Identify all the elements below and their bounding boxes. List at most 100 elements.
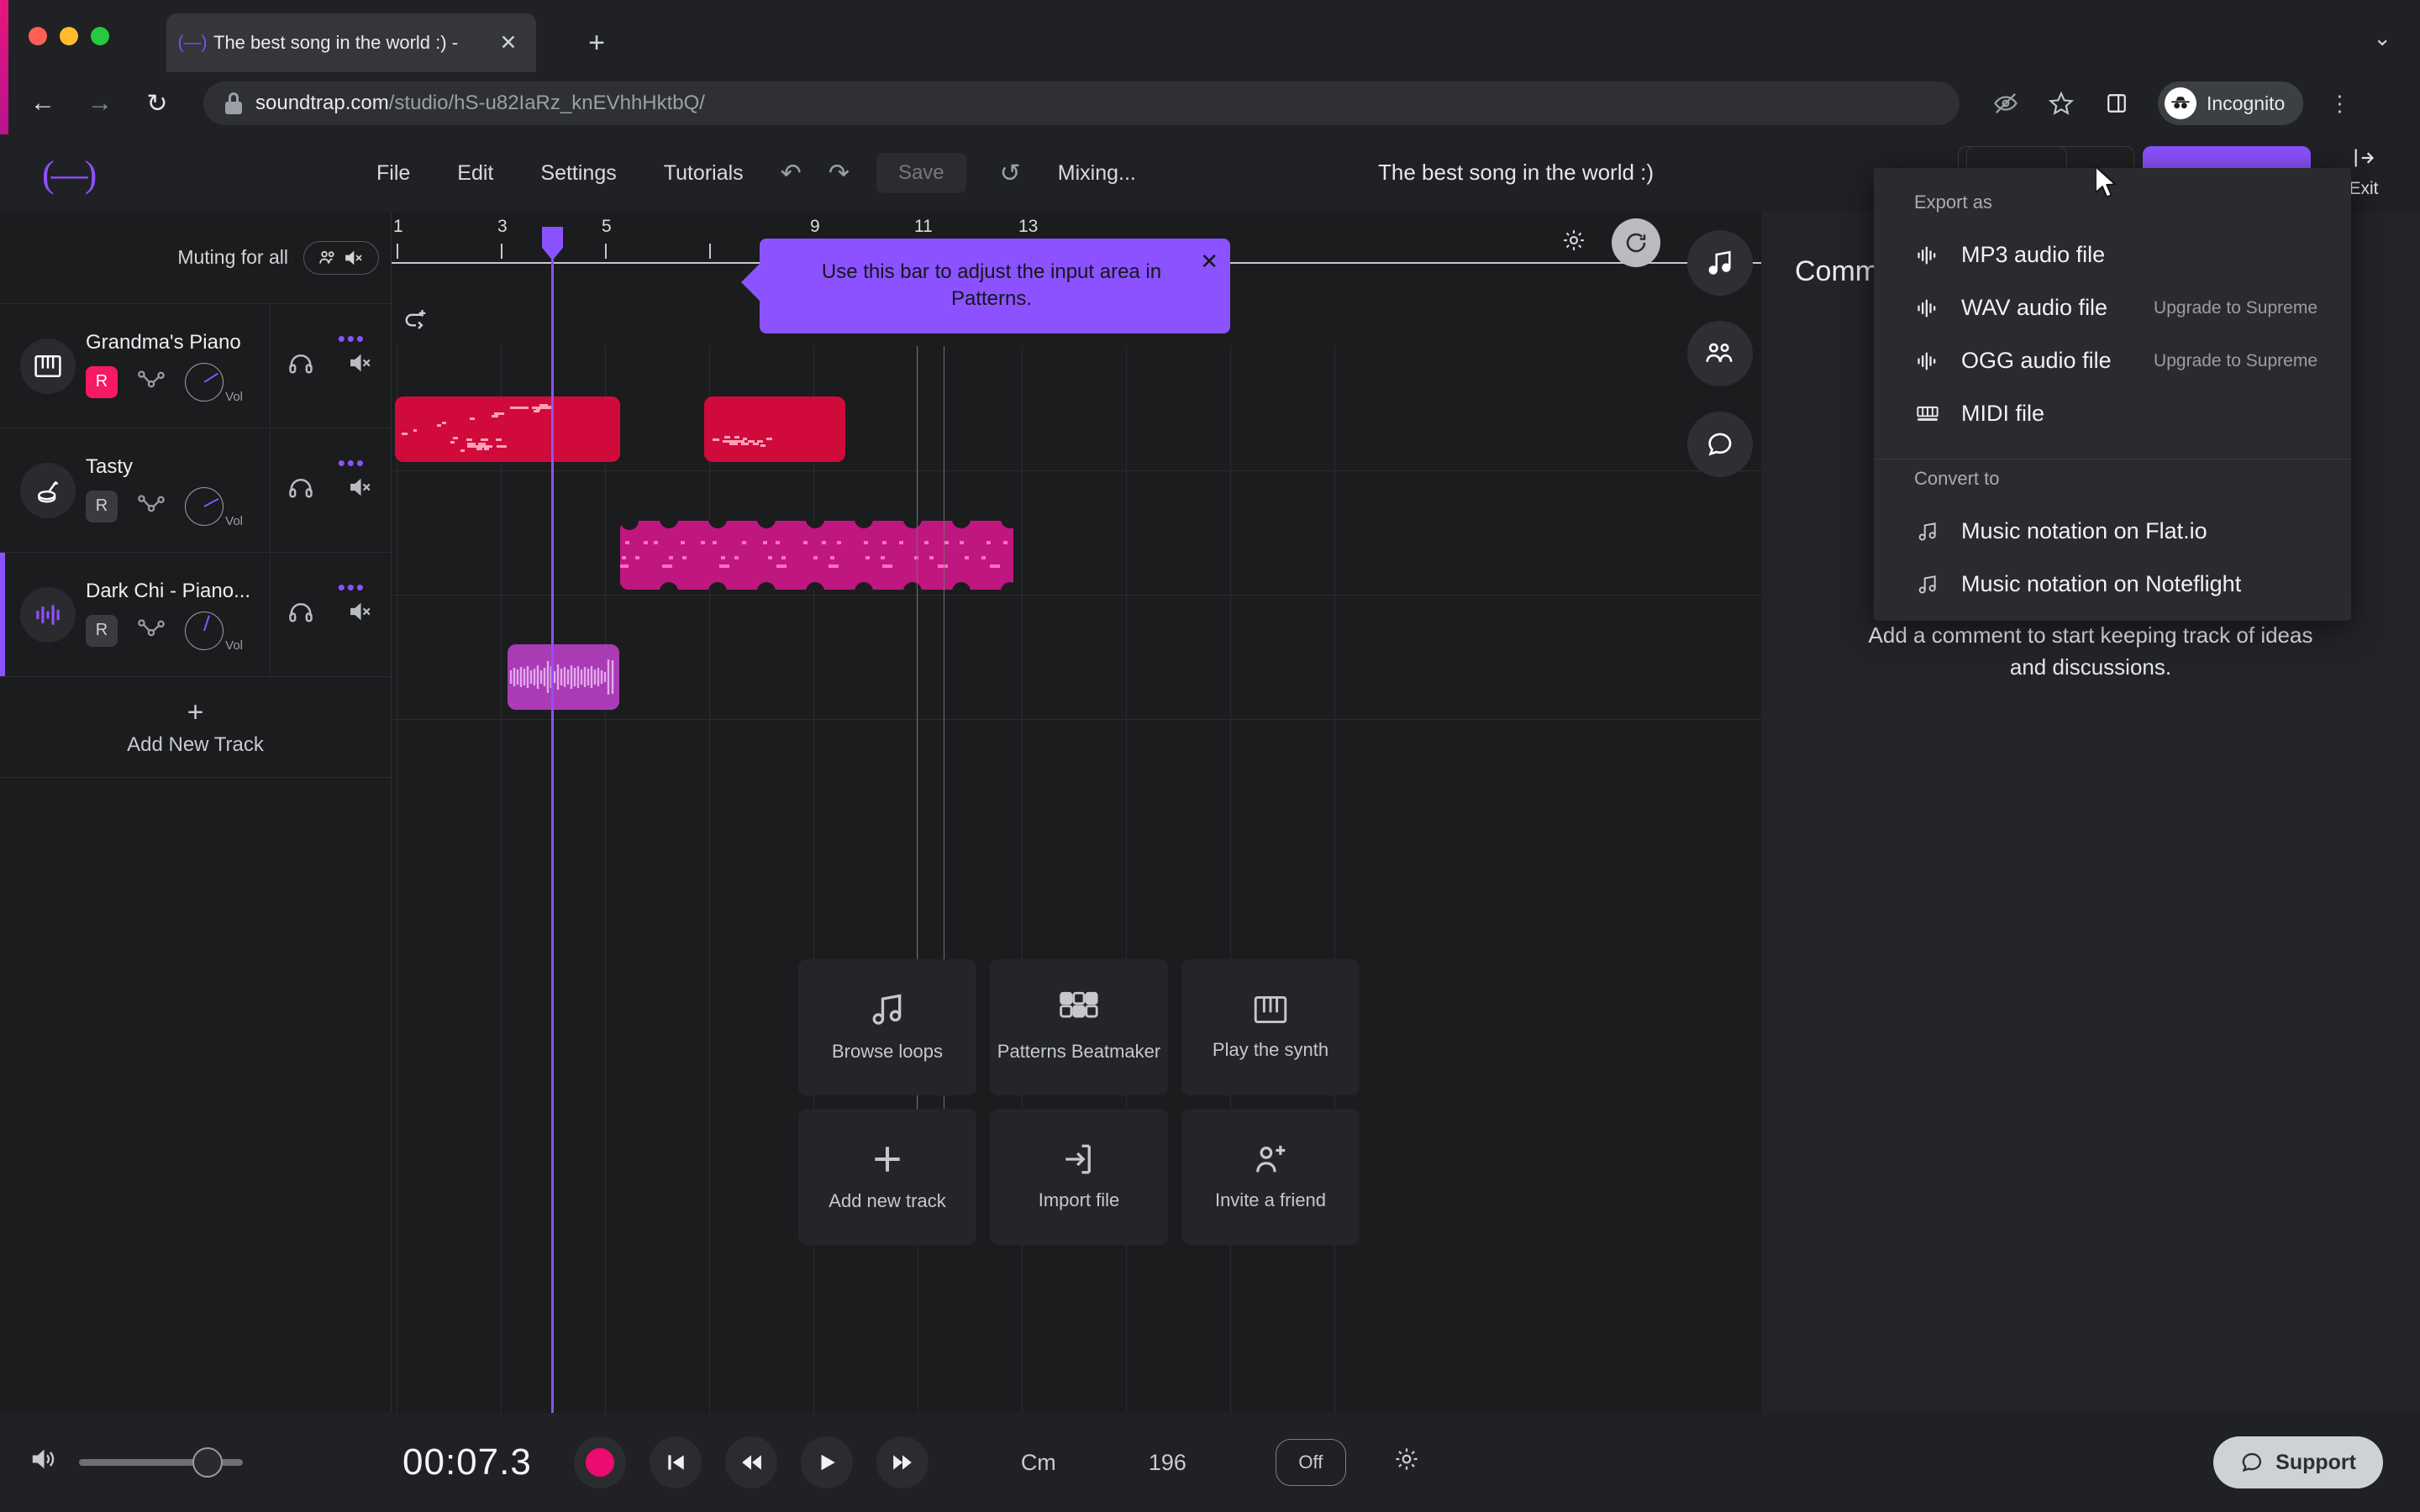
convert-flatio-item[interactable]: Music notation on Flat.io — [1874, 505, 2351, 558]
mute-icon[interactable] — [348, 477, 373, 503]
play-button[interactable] — [800, 1436, 853, 1488]
master-volume-slider[interactable] — [79, 1447, 243, 1478]
audio-file-icon — [1914, 297, 1941, 319]
export-wav-item[interactable]: WAV audio file Upgrade to Supreme — [1874, 281, 2351, 334]
loop-add-icon[interactable] — [403, 307, 429, 339]
automation-icon[interactable] — [136, 367, 166, 396]
loop-toggle-button[interactable] — [1612, 218, 1660, 267]
maximize-window-button[interactable] — [91, 27, 109, 45]
support-button[interactable]: Support — [2213, 1436, 2383, 1488]
export-mp3-item[interactable]: MP3 audio file — [1874, 228, 2351, 281]
close-icon[interactable]: ✕ — [1200, 247, 1218, 276]
mute-icon[interactable] — [348, 601, 373, 627]
profile-incognito-pill[interactable]: Incognito — [2158, 81, 2304, 125]
clip-midi-piano-2[interactable] — [704, 396, 845, 462]
rewind-button[interactable] — [724, 1436, 777, 1488]
close-icon[interactable]: ✕ — [494, 30, 523, 55]
minimize-window-button[interactable] — [60, 27, 78, 45]
comments-icon[interactable] — [1687, 412, 1753, 477]
mute-icon[interactable] — [348, 353, 373, 379]
profile-label: Incognito — [2207, 92, 2286, 114]
record-arm-button[interactable]: R — [86, 365, 118, 398]
record-arm-button[interactable]: R — [86, 614, 118, 647]
volume-knob[interactable]: Vol — [185, 611, 243, 653]
skip-to-start-button[interactable] — [649, 1436, 702, 1488]
mixing-label[interactable]: Mixing... — [1058, 161, 1136, 186]
gear-icon[interactable] — [1561, 228, 1586, 259]
collaborators-icon[interactable] — [1687, 321, 1753, 386]
close-window-button[interactable] — [29, 27, 47, 45]
automation-icon[interactable] — [136, 616, 166, 645]
menu-item-edit[interactable]: Edit — [434, 161, 517, 186]
menu-item-tutorials[interactable]: Tutorials — [640, 161, 767, 186]
export-ogg-item[interactable]: OGG audio file Upgrade to Supreme — [1874, 334, 2351, 387]
project-title[interactable]: The best song in the world :) — [1378, 160, 1654, 186]
gear-icon[interactable] — [1393, 1446, 1420, 1479]
track-name[interactable]: Dark Chi - Piano... — [86, 580, 270, 603]
track-options-icon[interactable]: ••• — [338, 326, 366, 352]
track-row[interactable]: Dark Chi - Piano... R Vol ••• — [0, 553, 391, 677]
fast-forward-button[interactable] — [876, 1436, 929, 1488]
chevron-down-icon[interactable]: ⌄ — [2373, 25, 2391, 51]
track-name[interactable]: Grandma's Piano — [86, 331, 270, 354]
timeline-area: 1 3 5 9 11 13 ✳ — [392, 212, 1761, 1512]
project-key[interactable]: Cm — [1021, 1450, 1056, 1476]
play-the-synth-card[interactable]: Play the synth — [1181, 959, 1360, 1095]
volume-knob[interactable]: Vol — [185, 486, 243, 528]
playhead[interactable] — [542, 227, 563, 1490]
speaker-icon[interactable] — [30, 1447, 57, 1478]
eye-off-icon[interactable] — [1986, 84, 2025, 123]
mute-all-toggle[interactable] — [303, 240, 379, 275]
tab-strip: (—) The best song in the world :) - ✕ + … — [0, 0, 2420, 72]
import-file-card[interactable]: Import file — [990, 1109, 1168, 1245]
vol-label: Vol — [225, 513, 243, 528]
headphones-icon[interactable] — [288, 601, 313, 628]
bookmark-star-icon[interactable] — [2042, 84, 2081, 123]
back-icon[interactable]: ← — [24, 84, 62, 123]
patterns-beatmaker-card[interactable]: Patterns Beatmaker — [990, 959, 1168, 1095]
clip-pattern-drums[interactable] — [620, 521, 1013, 590]
menu-item-file[interactable]: File — [353, 161, 434, 186]
redo-icon[interactable]: ↷ — [815, 159, 863, 188]
browse-loops-card[interactable]: Browse loops — [798, 959, 976, 1095]
volume-slider-thumb[interactable] — [192, 1447, 223, 1478]
reload-icon[interactable]: ↻ — [138, 84, 176, 123]
track-options-icon[interactable]: ••• — [338, 450, 366, 476]
browser-tab[interactable]: (—) The best song in the world :) - ✕ — [166, 13, 536, 72]
convert-noteflight-item[interactable]: Music notation on Noteflight — [1874, 558, 2351, 611]
window-traffic-lights[interactable] — [29, 27, 109, 45]
clip-midi-piano-1[interactable] — [395, 396, 620, 462]
track-options-icon[interactable]: ••• — [338, 575, 366, 601]
new-tab-button[interactable]: + — [580, 27, 613, 60]
loops-icon[interactable] — [1687, 230, 1753, 296]
volume-knob[interactable]: Vol — [185, 362, 243, 404]
track-row[interactable]: Tasty R Vol ••• — [0, 428, 391, 553]
waveform-icon — [20, 586, 76, 643]
invite-a-friend-card[interactable]: Invite a friend — [1181, 1109, 1360, 1245]
browser-menu-icon[interactable]: ⋮ — [2320, 84, 2359, 123]
headphones-icon[interactable] — [288, 476, 313, 504]
export-midi-item[interactable]: MIDI file — [1874, 387, 2351, 440]
forward-icon[interactable]: → — [81, 84, 119, 123]
automation-icon[interactable] — [136, 491, 166, 521]
add-new-track-card[interactable]: Add new track — [798, 1109, 976, 1245]
timecode-display[interactable]: 00:07.3 — [402, 1441, 532, 1483]
add-new-track-button[interactable]: + Add New Track — [0, 677, 391, 778]
add-new-track-label: Add New Track — [127, 732, 264, 756]
clip-audio-dark-chi[interactable] — [508, 644, 619, 710]
menu-item-settings[interactable]: Settings — [517, 161, 639, 186]
record-button[interactable] — [573, 1436, 626, 1488]
headphones-icon[interactable] — [288, 352, 313, 380]
project-tempo[interactable]: 196 — [1149, 1450, 1186, 1476]
transport-buttons — [573, 1436, 929, 1488]
track-row[interactable]: Grandma's Piano R Vol ••• — [0, 304, 391, 428]
record-arm-button[interactable]: R — [86, 490, 118, 522]
side-panel-icon[interactable] — [2097, 84, 2136, 123]
timeline-grid[interactable] — [392, 346, 1761, 1512]
undo-icon[interactable]: ↶ — [767, 159, 815, 188]
history-icon[interactable]: ↺ — [986, 159, 1034, 188]
save-button[interactable]: Save — [876, 153, 966, 193]
track-name[interactable]: Tasty — [86, 455, 270, 479]
metronome-toggle[interactable]: Off — [1275, 1439, 1346, 1486]
address-bar[interactable]: soundtrap.com/studio/hS-u82IaRz_knEVhhHk… — [203, 81, 1960, 125]
